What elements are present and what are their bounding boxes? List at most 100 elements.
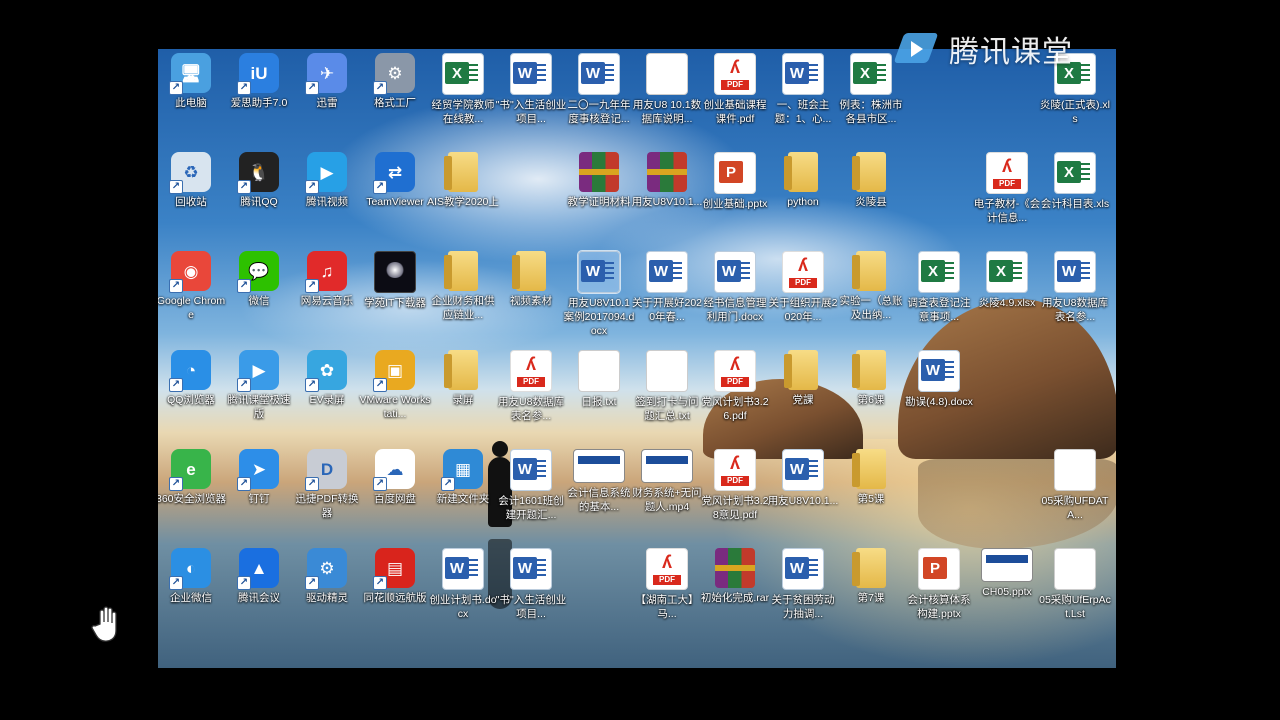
desktop-icon[interactable]: W 二〇一九年年度事核登记... xyxy=(566,53,632,126)
desktop-icon[interactable]: ⚙ ↗ 驱动精灵 xyxy=(294,548,360,605)
desktop-icon[interactable]: 录屏 xyxy=(430,350,496,407)
desktop-icon[interactable]: ◔ ↗ QQ浏览器 xyxy=(158,350,224,407)
desktop-icon[interactable]: W "书"入生活创业项目... xyxy=(496,53,566,126)
shortcut-arrow-icon: ↗ xyxy=(373,180,387,194)
desktop-icon[interactable]: X 经贸学院教师在线教... xyxy=(430,53,496,126)
desktop-icon[interactable]: X 调查表登记注意事项... xyxy=(906,251,972,324)
desktop-icon[interactable]: python xyxy=(770,152,836,209)
desktop-icon[interactable]: W 创业计划书.docx xyxy=(429,548,497,621)
desktop-icon[interactable]: ▦ ↗ 新建文件夹 xyxy=(430,449,496,506)
desktop-icon[interactable]: X 炎陵4.9.xlsx xyxy=(974,251,1040,310)
desktop-icon[interactable]: ʎ PDF 【湖南工大】马... xyxy=(634,548,700,621)
desktop-icon[interactable]: AIS教学2020上 xyxy=(427,152,499,209)
desktop-icon[interactable]: 初始化完成.rar xyxy=(701,548,769,605)
desktop-icon[interactable]: ♫ ↗ 网易云音乐 xyxy=(294,251,360,308)
desktop-icon[interactable]: e ↗ 360安全浏览器 xyxy=(158,449,226,506)
desktop-icon[interactable]: ʎ PDF 电子教材-《会计信息... xyxy=(974,152,1040,225)
desktop-icon[interactable]: ◐ ↗ 企业微信 xyxy=(158,548,224,605)
desktop-icon[interactable]: 炎陵县 xyxy=(838,152,904,209)
pdf-document-icon: ʎ PDF xyxy=(714,350,756,392)
desktop-icon[interactable]: 党課 xyxy=(770,350,836,407)
desktop-icon[interactable]: ◉ ↗ Google Chrome xyxy=(158,251,225,322)
desktop-icon[interactable]: 签到打卡与问题汇总.txt xyxy=(634,350,700,423)
desktop-icon[interactable]: ʎ PDF 创业基础课程课件.pdf xyxy=(702,53,768,126)
desktop-icon[interactable]: 第5课 xyxy=(838,449,904,506)
desktop-icon[interactable]: W 用友U8V10.1案例2017094.docx xyxy=(564,251,634,338)
desktop-icon-label: 录屏 xyxy=(452,394,474,406)
desktop-icon[interactable]: 实验一（总账及出纳... xyxy=(838,251,904,322)
word-document-icon: W xyxy=(578,251,620,293)
desktop-icon[interactable]: P 会计核算体系构建.pptx xyxy=(906,548,972,621)
app-icon: ▶ ↗ xyxy=(237,350,279,392)
app-icon: ♫ ↗ xyxy=(305,251,347,293)
desktop-icon[interactable]: 🐧 ↗ 腾讯QQ xyxy=(226,152,292,209)
desktop-icon[interactable]: W 关于开展好2020年春... xyxy=(632,251,702,324)
shortcut-arrow-icon: ↗ xyxy=(305,576,319,590)
desktop-icon-label: AIS教学2020上 xyxy=(427,196,499,208)
desktop-icon[interactable]: 第6课 xyxy=(838,350,904,407)
desktop-icon[interactable]: ✈ ↗ 迅雷 xyxy=(294,53,360,110)
desktop-icon[interactable]: ⇄ ↗ TeamViewer xyxy=(362,152,428,209)
desktop-icon[interactable]: W "书"入生活创业项目... xyxy=(496,548,566,621)
word-document-icon: W xyxy=(782,53,824,95)
desktop-icon-label: QQ浏览器 xyxy=(167,394,215,406)
desktop-icon[interactable]: 企业财务和供应链业... xyxy=(430,251,496,322)
desktop-icon[interactable]: 05采购UFDATA... xyxy=(1042,449,1108,522)
desktop-icon[interactable]: W 关于贫困劳动力抽调... xyxy=(770,548,836,621)
desktop-icon[interactable]: ☁ ↗ 百度网盘 xyxy=(362,449,428,506)
shortcut-arrow-icon: ↗ xyxy=(305,180,319,194)
desktop-icon[interactable]: 财务系统+无问题人.mp4 xyxy=(632,449,702,514)
desktop-icon[interactable]: ▲ ↗ 腾讯会议 xyxy=(226,548,292,605)
desktop-icon-label: 党課 xyxy=(792,394,814,406)
desktop-icon[interactable]: CH05.pptx xyxy=(974,548,1040,599)
desktop-icon[interactable]: ▶ ↗ 腾讯课堂极速版 xyxy=(226,350,292,421)
desktop-icon[interactable]: ▤ ↗ 同花顺远航版 xyxy=(362,548,428,605)
desktop-icon[interactable]: 用友U8 10.1数据库说明... xyxy=(633,53,701,126)
desktop-icon[interactable]: ʎ PDF 用友U8数据库表名参... xyxy=(498,350,564,423)
desktop-icon[interactable]: X 会计科目表.xls xyxy=(1041,152,1109,211)
desktop-icon[interactable]: 教学证明材料 xyxy=(566,152,632,209)
desktop-icon[interactable]: 视频素材 xyxy=(498,251,564,308)
desktop-icon[interactable]: ✿ ↗ EV录屏 xyxy=(294,350,360,407)
desktop-icon-label: 迅雷 xyxy=(316,97,338,109)
desktop-icon[interactable]: 会计信息系统的基本... xyxy=(566,449,632,514)
desktop-icon[interactable]: W 一、班会主题：1、心... xyxy=(770,53,836,126)
desktop-icon[interactable]: 第7课 xyxy=(838,548,904,605)
desktop-icon[interactable]: W 用友U8数据库表名参... xyxy=(1042,251,1108,324)
desktop-icon[interactable]: W 勘误(4.8).docx xyxy=(905,350,973,409)
shortcut-arrow-icon: ↗ xyxy=(169,180,183,194)
desktop-icon[interactable]: P 创业基础.pptx xyxy=(702,152,768,211)
desktop-icon[interactable]: ʎ PDF 党风计划书3.28意见.pdf xyxy=(701,449,769,522)
desktop-icon-label: 电子教材-《会计信息... xyxy=(973,198,1041,224)
desktop-icon[interactable]: D ↗ 迅捷PDF转换器 xyxy=(294,449,360,520)
desktop-icon[interactable]: ʎ PDF 党风计划书3.26.pdf xyxy=(701,350,769,423)
desktop-icon-label: 同花顺远航版 xyxy=(363,592,427,604)
desktop-icon-label: 炎陵县 xyxy=(855,196,887,208)
desktop-icon[interactable]: W 用友U8V10.1... xyxy=(768,449,838,508)
desktop-icon[interactable]: W 会计1601班创建开题汇... xyxy=(498,449,564,522)
desktop-icon[interactable]: ▶ ↗ 腾讯视频 xyxy=(294,152,360,209)
desktop-icon[interactable]: 05采购UfErpAct.Lst xyxy=(1039,548,1111,621)
folder-icon xyxy=(784,350,818,390)
app-icon: ♻ ↗ xyxy=(169,152,211,194)
desktop-icon[interactable]: 💬 ↗ 微信 xyxy=(226,251,292,308)
desktop-icon[interactable]: ♻ ↗ 回收站 xyxy=(158,152,224,209)
desktop-icon[interactable]: 学苑IT下载器 xyxy=(362,251,428,310)
desktop-icon-label: 一、班会主题：1、心... xyxy=(774,99,832,125)
desktop-icon[interactable]: W 经书信息管理利用门.docx xyxy=(702,251,768,324)
folder-icon xyxy=(852,350,886,390)
desktop-icon[interactable]: 🖥 ↗ 此电脑 xyxy=(158,53,224,110)
desktop-icon[interactable]: ʎ PDF 关于组织开展2020年... xyxy=(769,251,837,324)
desktop-icon[interactable]: iU ↗ 爱思助手7.0 xyxy=(226,53,292,110)
excel-spreadsheet-icon: X xyxy=(850,53,892,95)
pdf-document-icon: ʎ PDF xyxy=(986,152,1028,194)
desktop-icon-label: 二〇一九年年度事核登记... xyxy=(567,99,631,125)
desktop-icon[interactable]: ⚙ ↗ 格式工厂 xyxy=(362,53,428,110)
desktop-icon[interactable]: ▣ ↗ VMware Workstati... xyxy=(360,350,430,421)
desktop-icon[interactable]: ➤ ↗ 钉钉 xyxy=(226,449,292,506)
desktop-icon[interactable]: 日报.txt xyxy=(566,350,632,409)
folder-icon xyxy=(512,251,546,291)
desktop-icon[interactable]: 用友U8V10.1... xyxy=(632,152,702,209)
app-icon: D ↗ xyxy=(305,449,347,491)
desktop-icon-label: 炎陵4.9.xlsx xyxy=(978,297,1036,309)
